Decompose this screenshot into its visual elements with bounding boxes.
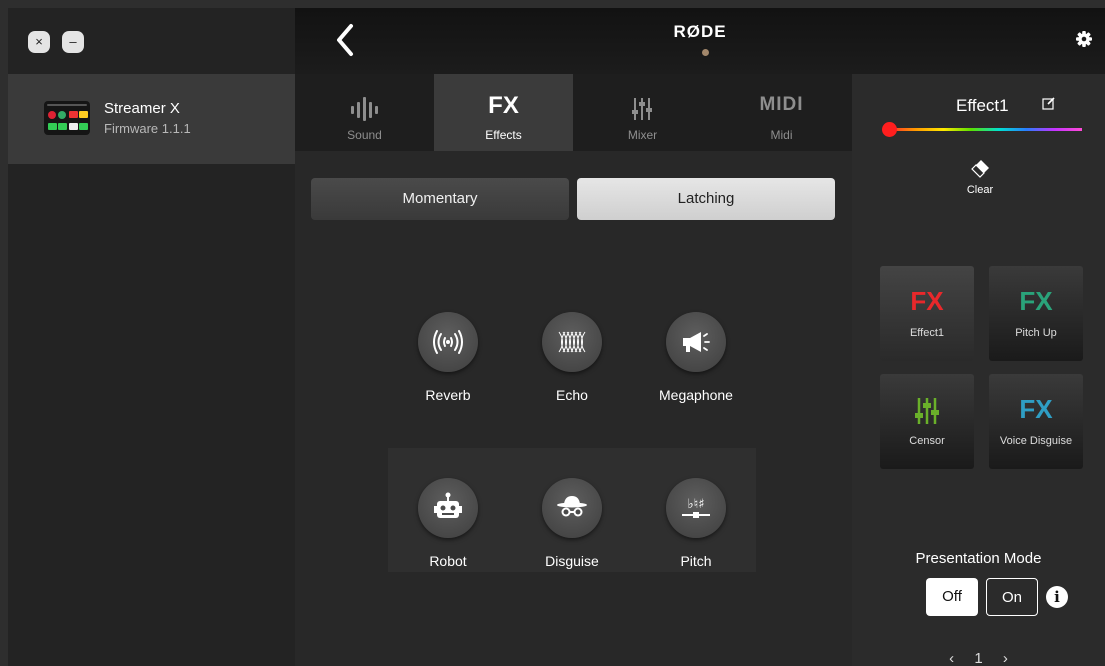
pager: ‹ 1 › (852, 650, 1105, 666)
effect-config-panel: Effect1 Clear FX Effect1 FX Pitch Up Cen… (852, 74, 1105, 666)
brand-dot (702, 49, 709, 56)
presentation-off-button[interactable]: Off (926, 578, 978, 616)
device-name: Streamer X (104, 100, 180, 117)
close-button[interactable]: × (28, 31, 50, 53)
fx-tile-pitch-up[interactable]: FX Pitch Up (989, 266, 1083, 361)
tab-effects-label: Effects (485, 128, 522, 142)
effect-robot[interactable]: Robot (393, 478, 503, 569)
fx-tile-icon: FX (1019, 394, 1053, 424)
tab-effects[interactable]: FX Effects (434, 74, 573, 151)
device-thumbnail-icon (44, 101, 90, 135)
midi-icon: MIDI (759, 94, 804, 115)
close-icon: × (35, 34, 43, 49)
settings-button[interactable] (1075, 30, 1093, 48)
minimize-icon: – (69, 34, 77, 49)
fx-tile-effect1[interactable]: FX Effect1 (880, 266, 974, 361)
tab-midi[interactable]: MIDI Midi (712, 74, 851, 151)
effect-reverb[interactable]: Reverb (393, 312, 503, 403)
pager-prev-button[interactable]: ‹ (949, 650, 954, 666)
echo-icon (558, 331, 586, 353)
minimize-button[interactable]: – (62, 31, 84, 53)
effect-echo[interactable]: Echo (517, 312, 627, 403)
presentation-mode-title: Presentation Mode (915, 550, 1042, 567)
fx-tile-label: Censor (909, 435, 945, 447)
fx-tile-label: Voice Disguise (999, 435, 1073, 447)
tab-mixer-label: Mixer (627, 128, 658, 142)
fx-tile-censor[interactable]: Censor (880, 374, 974, 469)
fx-tile-icon: FX (910, 286, 944, 316)
disguise-icon (557, 496, 587, 517)
faders-icon (915, 398, 939, 424)
clear-label[interactable]: Clear (956, 184, 1004, 196)
tab-sound-label: Sound (347, 128, 382, 142)
reverb-icon (433, 330, 463, 354)
effect-name: Effect1 (956, 96, 1009, 115)
info-icon[interactable]: i (1046, 586, 1068, 608)
effect-echo-label: Echo (556, 387, 588, 403)
color-slider-handle[interactable] (882, 122, 897, 137)
gear-icon (1076, 31, 1092, 47)
tab-bar: Sound FX Effects Mixer MIDI Midi (295, 74, 852, 151)
fx-tile-label: Pitch Up (1015, 327, 1057, 339)
app-window: × – Streamer X Firmware 1.1.1 RØDE Sound… (8, 8, 1105, 666)
momentary-button[interactable]: Momentary (311, 178, 569, 220)
top-bar: RØDE (295, 8, 1105, 74)
svg-text:♭♮♯: ♭♮♯ (687, 497, 704, 512)
device-firmware: Firmware 1.1.1 (104, 121, 191, 136)
effect-reverb-label: Reverb (425, 387, 471, 403)
fx-tile-label: Effect1 (909, 327, 945, 339)
megaphone-icon (683, 332, 710, 352)
tab-sound[interactable]: Sound (295, 74, 434, 151)
effect-robot-label: Robot (429, 553, 467, 569)
effect-pitch[interactable]: ♭♮♯ Pitch (641, 478, 751, 569)
fx-icon: FX (488, 92, 519, 119)
effect-megaphone[interactable]: Megaphone (641, 312, 751, 403)
eraser-icon[interactable] (969, 158, 991, 180)
pitch-icon: ♭♮♯ (682, 497, 710, 518)
pager-next-button[interactable]: › (1003, 650, 1008, 666)
device-card[interactable]: Streamer X Firmware 1.1.1 (8, 74, 295, 164)
brand-logo: RØDE (673, 22, 727, 41)
waveform-icon (351, 97, 378, 121)
tab-mixer[interactable]: Mixer (573, 74, 712, 151)
tab-midi-label: Midi (770, 128, 793, 142)
robot-icon (434, 492, 462, 518)
fx-tile-icon: FX (1019, 286, 1053, 316)
sidebar: × – Streamer X Firmware 1.1.1 (8, 8, 295, 666)
pager-page-number: 1 (974, 650, 983, 666)
effect-megaphone-label: Megaphone (659, 387, 733, 403)
effect-pitch-label: Pitch (680, 553, 712, 569)
color-slider-track[interactable] (888, 128, 1082, 131)
edit-icon[interactable] (1042, 96, 1056, 110)
fx-tile-voice-disguise[interactable]: FX Voice Disguise (989, 374, 1083, 469)
latching-button[interactable]: Latching (577, 178, 835, 220)
effect-disguise-label: Disguise (545, 553, 599, 569)
effect-disguise[interactable]: Disguise (517, 478, 627, 569)
faders-icon (632, 98, 652, 120)
presentation-on-button[interactable]: On (986, 578, 1038, 616)
